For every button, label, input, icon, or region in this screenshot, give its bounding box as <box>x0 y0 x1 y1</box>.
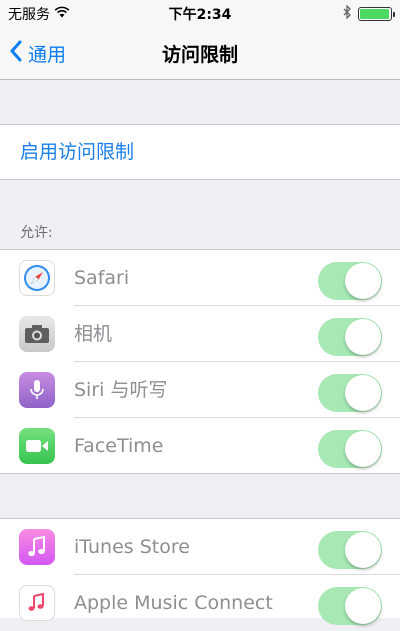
list-item-label: Siri 与听写 <box>74 379 168 401</box>
toggle-knob <box>345 263 381 299</box>
apple-music-icon <box>19 585 55 621</box>
allow-group: Safari 相机 Siri 与听写 FaceTime <box>0 249 400 474</box>
list-item-label: 相机 <box>74 323 113 345</box>
safari-icon <box>19 260 55 296</box>
itunes-store-icon <box>19 529 55 565</box>
toggle-knob <box>345 375 381 411</box>
list-item-safari: Safari <box>0 250 400 306</box>
battery-tip <box>393 11 395 17</box>
toggle-knob <box>345 319 381 355</box>
list-item-label: iTunes Store <box>74 536 190 558</box>
toggle-knob <box>345 532 381 568</box>
toggle-knob <box>345 431 381 467</box>
bluetooth-icon <box>342 4 352 23</box>
list-item-apple-music-connect: Apple Music Connect <box>0 575 400 631</box>
facetime-toggle[interactable] <box>318 430 382 468</box>
list-item-itunes-store: iTunes Store <box>0 519 400 575</box>
allow-section-header: 允许: <box>20 225 53 241</box>
battery-fill <box>360 8 389 19</box>
list-item-camera: 相机 <box>0 306 400 362</box>
safari-toggle[interactable] <box>318 262 382 300</box>
store-group: iTunes Store Apple Music Connect <box>0 518 400 625</box>
status-right <box>342 4 395 23</box>
list-item-label: FaceTime <box>74 435 164 457</box>
enable-restrictions-button[interactable]: 启用访问限制 <box>20 125 134 180</box>
camera-toggle[interactable] <box>318 318 382 356</box>
itunes-store-toggle[interactable] <box>318 531 382 569</box>
siri-toggle[interactable] <box>318 374 382 412</box>
page-title: 访问限制 <box>161 44 238 66</box>
navigation-bar: 通用 访问限制 <box>0 26 400 80</box>
list-item-facetime: FaceTime <box>0 418 400 474</box>
status-bar: 无服务 下午2:34 <box>0 0 400 26</box>
list-item-label: Apple Music Connect <box>74 592 273 614</box>
battery-icon <box>358 6 395 21</box>
status-time: 下午2:34 <box>168 7 232 23</box>
list-item-siri: Siri 与听写 <box>0 362 400 418</box>
camera-icon <box>19 316 55 352</box>
facetime-icon <box>19 428 55 464</box>
enable-restrictions-group: 启用访问限制 <box>0 124 400 180</box>
apple-music-connect-toggle[interactable] <box>318 587 382 625</box>
toggle-knob <box>345 588 381 624</box>
list-item-label: Safari <box>74 267 130 289</box>
siri-icon <box>19 372 55 408</box>
